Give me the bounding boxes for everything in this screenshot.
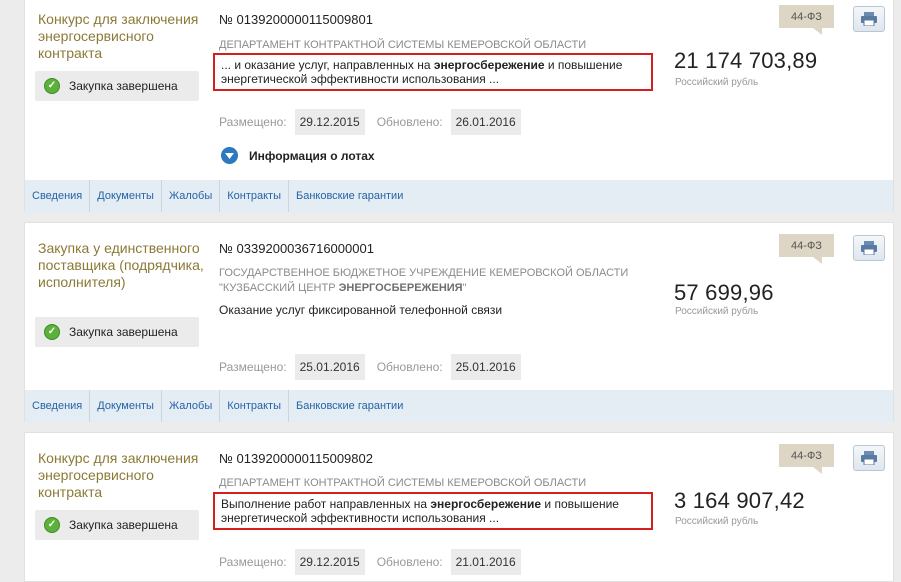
tab-contracts[interactable]: Контракты (220, 390, 289, 422)
posted-date: 29.12.2015 (294, 109, 365, 135)
tab-details[interactable]: Сведения (25, 390, 91, 422)
updated-date: 26.01.2016 (450, 109, 521, 135)
posted-label: Размещено: (219, 555, 287, 569)
tab-details[interactable]: Сведения (25, 180, 91, 212)
card-tabs: Сведения Документы Жалобы Контракты Банк… (25, 390, 893, 422)
tab-bank-guarantees[interactable]: Банковские гарантии (289, 390, 410, 422)
price: 21 174 703,89 (674, 48, 818, 73)
purchase-description: ... и оказание услуг, направленных на эн… (213, 53, 653, 91)
tab-documents[interactable]: Документы (90, 180, 162, 212)
printer-icon (861, 451, 877, 465)
tab-complaints[interactable]: Жалобы (162, 390, 221, 422)
updated-label: Обновлено: (376, 115, 443, 129)
purchase-description: Оказание услуг фиксированной телефонной … (219, 303, 503, 317)
tab-complaints[interactable]: Жалобы (162, 180, 221, 212)
lots-label: Информация о лотах (249, 148, 375, 163)
purchase-number[interactable]: № 0139200000115009802 (219, 451, 373, 466)
posted-label: Размещено: (219, 115, 287, 129)
updated-date: 25.01.2016 (450, 354, 521, 380)
purchase-type-title[interactable]: Закупка у единственного поставщика (подр… (38, 240, 208, 291)
card-tabs: Сведения Документы Жалобы Контракты Банк… (25, 180, 893, 212)
customer-org[interactable]: ДЕПАРТАМЕНТ КОНТРАКТНОЙ СИСТЕМЫ КЕМЕРОВС… (219, 476, 659, 491)
updated-label: Обновлено: (376, 360, 443, 374)
printer-icon (861, 241, 877, 255)
print-button[interactable] (853, 235, 885, 261)
posted-date: 25.01.2016 (294, 354, 365, 380)
check-circle-icon: ✓ (44, 78, 60, 94)
purchase-card: Конкурс для заключения энергосервисного … (24, 432, 894, 582)
desc-text: Выполнение работ направленных на (221, 497, 431, 511)
desc-text: ... и оказание услуг, направленных на (221, 58, 434, 72)
tab-bank-guarantees[interactable]: Банковские гарантии (289, 180, 410, 212)
updated-date: 21.01.2016 (450, 549, 521, 575)
print-button[interactable] (853, 445, 885, 471)
law-badge: 44-ФЗ (779, 444, 834, 474)
dates-row: Размещено: 25.01.2016 Обновлено: 25.01.2… (219, 354, 533, 380)
desc-keyword: энергосбережение (433, 58, 545, 72)
org-text: " (462, 282, 467, 294)
customer-org[interactable]: ДЕПАРТАМЕНТ КОНТРАКТНОЙ СИСТЕМЫ КЕМЕРОВС… (219, 38, 659, 53)
updated-label: Обновлено: (376, 555, 443, 569)
dates-row: Размещено: 29.12.2015 Обновлено: 26.01.2… (219, 109, 533, 135)
posted-label: Размещено: (219, 360, 287, 374)
lots-info-toggle[interactable]: Информация о лотах (221, 147, 375, 164)
dates-row: Размещено: 29.12.2015 Обновлено: 21.01.2… (219, 549, 533, 575)
currency: Российский рубль (675, 306, 759, 317)
check-circle-icon: ✓ (44, 517, 60, 533)
status-badge: ✓ Закупка завершена (35, 317, 199, 347)
purchase-number[interactable]: № 0139200000115009801 (219, 12, 373, 27)
law-badge: 44-ФЗ (779, 234, 834, 264)
purchase-number[interactable]: № 0339200036716000001 (219, 241, 374, 256)
printer-icon (861, 12, 877, 26)
currency: Российский рубль (675, 516, 759, 527)
check-circle-icon: ✓ (44, 324, 60, 340)
purchase-type-title[interactable]: Конкурс для заключения энергосервисного … (38, 11, 208, 62)
purchase-card: Закупка у единственного поставщика (подр… (24, 222, 894, 422)
price: 57 699,96 (674, 280, 774, 305)
status-label: Закупка завершена (69, 518, 178, 532)
customer-org[interactable]: ГОСУДАРСТВЕННОЕ БЮДЖЕТНОЕ УЧРЕЖДЕНИЕ КЕМ… (219, 266, 659, 296)
purchase-description: Выполнение работ направленных на энергос… (213, 492, 653, 530)
tab-contracts[interactable]: Контракты (220, 180, 289, 212)
status-badge: ✓ Закупка завершена (35, 510, 199, 540)
chevron-down-circle-icon (221, 147, 238, 164)
currency: Российский рубль (675, 77, 759, 88)
price: 3 164 907,42 (674, 488, 805, 513)
tab-documents[interactable]: Документы (90, 390, 162, 422)
desc-keyword: энергосбережение (430, 497, 542, 511)
org-keyword: ЭНЕРГОСБЕРЕЖЕНИЯ (338, 282, 463, 294)
law-badge: 44-ФЗ (779, 5, 834, 35)
status-label: Закупка завершена (69, 79, 178, 93)
purchase-type-title[interactable]: Конкурс для заключения энергосервисного … (38, 450, 208, 501)
status-label: Закупка завершена (69, 325, 178, 339)
purchase-card: Конкурс для заключения энергосервисного … (24, 0, 894, 212)
status-badge: ✓ Закупка завершена (35, 71, 199, 101)
posted-date: 29.12.2015 (294, 549, 365, 575)
print-button[interactable] (853, 6, 885, 32)
